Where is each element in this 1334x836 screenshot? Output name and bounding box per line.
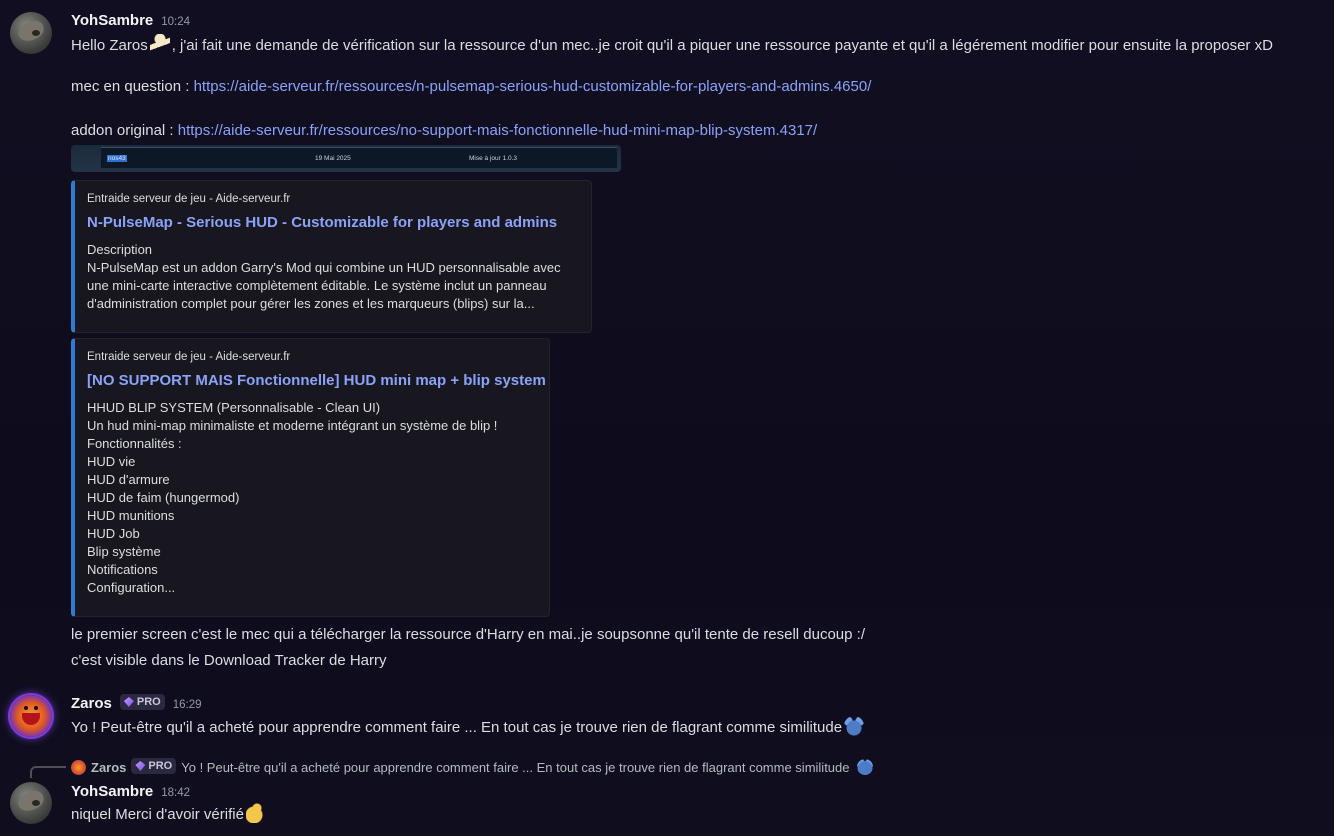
message-header: YohSambre 18:42 xyxy=(71,783,190,800)
reply-reference[interactable]: Zaros PRO Yo ! Peut-être qu'il a acheté … xyxy=(71,758,875,775)
thumbs-up-emoji-icon xyxy=(245,803,266,823)
embed-description-line: N-PulseMap est un addon Garry's Mod qui … xyxy=(87,260,561,275)
reply-spine xyxy=(30,766,66,778)
embed-description-line: HUD de faim (hungermod) xyxy=(87,490,240,505)
embed-title[interactable]: N-PulseMap - Serious HUD - Customizable … xyxy=(87,214,575,231)
message-text-line: le premier screen c'est le mec qui a tél… xyxy=(71,626,865,643)
embed-description-line: Description xyxy=(87,242,153,257)
username[interactable]: YohSambre xyxy=(71,12,153,29)
embed-description-line: Configuration... xyxy=(87,580,176,595)
embed-description-line: d'administration complet pour gérer les … xyxy=(87,296,535,311)
pro-gem-icon xyxy=(135,761,146,771)
timestamp[interactable]: 16:29 xyxy=(173,699,202,711)
reply-text[interactable]: Yo ! Peut-être qu'il a acheté pour appre… xyxy=(181,760,849,775)
embed-provider[interactable]: Entraide serveur de jeu - Aide-serveur.f… xyxy=(87,193,575,205)
reply-username[interactable]: Zaros xyxy=(91,760,126,775)
link-embed: Entraide serveur de jeu - Aide-serveur.f… xyxy=(71,338,550,617)
embed-title[interactable]: [NO SUPPORT MAIS Fonctionnelle] HUD mini… xyxy=(87,372,546,389)
addon-link[interactable]: https://aide-serveur.fr/ressources/no-su… xyxy=(178,122,817,139)
embed-description-line: Un hud mini-map minimaliste et moderne i… xyxy=(87,418,498,433)
avatar-yohsambre[interactable] xyxy=(10,782,52,824)
message-text-line: addon original : https://aide-serveur.fr… xyxy=(71,122,817,139)
embed-description-line: HUD munitions xyxy=(87,508,175,523)
avatar-zaros[interactable] xyxy=(10,695,52,737)
image-attachment[interactable]: nos43 19 Mai 2025 Mise à jour 1.0.3 xyxy=(71,145,621,172)
link-embed: Entraide serveur de jeu - Aide-serveur.f… xyxy=(71,180,592,333)
stitch-emoji-icon xyxy=(856,759,873,775)
timestamp[interactable]: 18:42 xyxy=(161,787,190,799)
message-text-line: Hello Zaros , j'ai fait une demande de vé… xyxy=(71,34,1273,54)
pro-gem-icon xyxy=(123,697,134,707)
message-text-line: mec en question : https://aide-serveur.f… xyxy=(71,78,871,95)
attachment-date: 19 Mai 2025 xyxy=(315,155,351,162)
embed-description-line: une mini-carte interactive complètement … xyxy=(87,278,547,293)
embed-provider[interactable]: Entraide serveur de jeu - Aide-serveur.f… xyxy=(87,351,533,363)
reply-avatar-zaros xyxy=(71,759,86,775)
pro-badge: PRO xyxy=(131,758,177,774)
mec-label: mec en question : xyxy=(71,78,194,95)
greeting-text: Hello Zaros xyxy=(71,37,148,54)
attachment-update: Mise à jour 1.0.3 xyxy=(469,155,518,162)
embed-description-line: Fonctionnalités : xyxy=(87,436,182,451)
mec-link[interactable]: https://aide-serveur.fr/ressources/n-pul… xyxy=(194,78,872,95)
message-text-line: niquel Merci d'avoir vérifié xyxy=(71,803,268,823)
embed-description-line: HUD d'armure xyxy=(87,472,170,487)
attachment-user: nos43 xyxy=(107,155,127,162)
embed-description-line: HUD vie xyxy=(87,454,136,469)
username[interactable]: Zaros xyxy=(71,695,112,712)
stitch-emoji-icon xyxy=(844,716,865,736)
embed-description: HHUD BLIP SYSTEM (Personnalisable - Clea… xyxy=(87,399,533,597)
embed-description-line: HHUD BLIP SYSTEM (Personnalisable - Clea… xyxy=(87,400,381,415)
addon-label: addon original : xyxy=(71,122,178,139)
pro-badge[interactable]: PRO xyxy=(119,694,165,710)
embed-description: Description N-PulseMap est un addon Garr… xyxy=(87,241,575,313)
dancing-emoji-icon xyxy=(149,34,170,54)
pro-badge-label: PRO xyxy=(136,696,161,708)
timestamp[interactable]: 10:24 xyxy=(161,16,190,28)
username[interactable]: YohSambre xyxy=(71,783,153,800)
attachment-screenshot: nos43 19 Mai 2025 Mise à jour 1.0.3 xyxy=(101,147,617,168)
embed-description-line: Blip système xyxy=(87,544,161,559)
message-text: Yo ! Peut-être qu'il a acheté pour appre… xyxy=(71,719,843,736)
message-header: YohSambre 10:24 xyxy=(71,12,190,29)
message-text-line: Yo ! Peut-être qu'il a acheté pour appre… xyxy=(71,716,866,736)
avatar-yohsambre[interactable] xyxy=(10,12,52,54)
message-header: Zaros PRO 16:29 xyxy=(71,694,202,712)
message-text: niquel Merci d'avoir vérifié xyxy=(71,806,244,823)
embed-description-line: Notifications xyxy=(87,562,158,577)
pro-badge-label: PRO xyxy=(148,760,173,772)
greeting-rest-text: , j'ai fait une demande de vérification … xyxy=(171,37,1273,54)
message-text-line: c'est visible dans le Download Tracker d… xyxy=(71,652,387,669)
embed-description-line: HUD Job xyxy=(87,526,140,541)
